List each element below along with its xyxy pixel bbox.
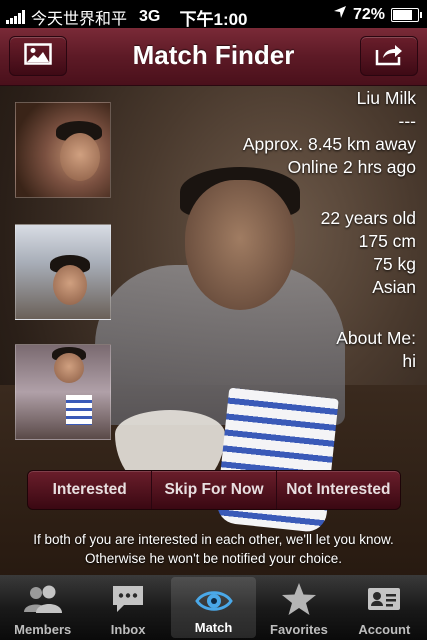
- about-me-label: About Me:: [336, 328, 416, 348]
- tab-label: Members: [14, 622, 72, 637]
- id-card-icon: [362, 581, 406, 617]
- not-interested-button[interactable]: Not Interested: [277, 471, 400, 509]
- members-icon: [21, 581, 65, 617]
- profile-photo-thumbnail[interactable]: [15, 344, 111, 440]
- tab-label: Account: [358, 622, 411, 637]
- interested-button[interactable]: Interested: [28, 471, 153, 509]
- skip-for-now-button[interactable]: Skip For Now: [152, 471, 277, 509]
- profile-summary: Liu Milk --- Approx. 8.45 km away Online…: [243, 87, 416, 179]
- location-arrow-icon: [333, 5, 347, 24]
- match-finder-screen: 今天世界和平 3G 下午1:00 72% Match Finder Liu Mi…: [0, 0, 427, 640]
- star-icon: [277, 581, 321, 617]
- profile-distance: Approx. 8.45 km away: [242, 134, 416, 154]
- profile-photo-thumbnail[interactable]: [15, 102, 111, 198]
- status-bar: 今天世界和平 3G 下午1:00 72%: [0, 0, 427, 29]
- tab-favorites[interactable]: Favorites: [256, 575, 341, 640]
- tab-label: Favorites: [270, 622, 328, 637]
- tab-bar: Members Inbox Match Favorites Account: [0, 575, 427, 640]
- profile-age: 22 years old: [320, 208, 416, 228]
- profile-online-status: Online 2 hrs ago: [287, 157, 416, 177]
- notice-line-2: Otherwise he won't be notified your choi…: [85, 551, 342, 566]
- battery-icon: [391, 7, 422, 22]
- eye-icon: [192, 583, 236, 619]
- chat-bubble-icon: [106, 581, 150, 617]
- profile-photo-thumbnail[interactable]: [15, 224, 111, 320]
- tab-match[interactable]: Match: [170, 577, 257, 638]
- profile-stats: 22 years old 175 cm 75 kg Asian: [321, 207, 416, 299]
- tab-members[interactable]: Members: [0, 575, 85, 640]
- tab-label: Match: [194, 620, 233, 635]
- battery-percent: 72%: [352, 5, 385, 23]
- tab-account[interactable]: Account: [342, 575, 427, 640]
- profile-weight: 75 kg: [373, 254, 416, 274]
- tab-label: Inbox: [110, 622, 146, 637]
- share-button[interactable]: [360, 36, 418, 76]
- profile-ethnicity: Asian: [372, 277, 416, 297]
- profile-tagline: ---: [398, 111, 416, 131]
- share-icon: [374, 42, 404, 71]
- tab-inbox[interactable]: Inbox: [85, 575, 170, 640]
- notice-line-1: If both of you are interested in each ot…: [33, 532, 394, 547]
- about-me-text: hi: [402, 351, 416, 371]
- profile-name: Liu Milk: [356, 88, 416, 108]
- navigation-bar: Match Finder: [0, 28, 427, 86]
- profile-about: About Me: hi: [336, 327, 416, 373]
- profile-height: 175 cm: [358, 231, 416, 251]
- match-notice: If both of you are interested in each ot…: [0, 530, 427, 568]
- match-action-segmented-control: Interested Skip For Now Not Interested: [27, 470, 401, 510]
